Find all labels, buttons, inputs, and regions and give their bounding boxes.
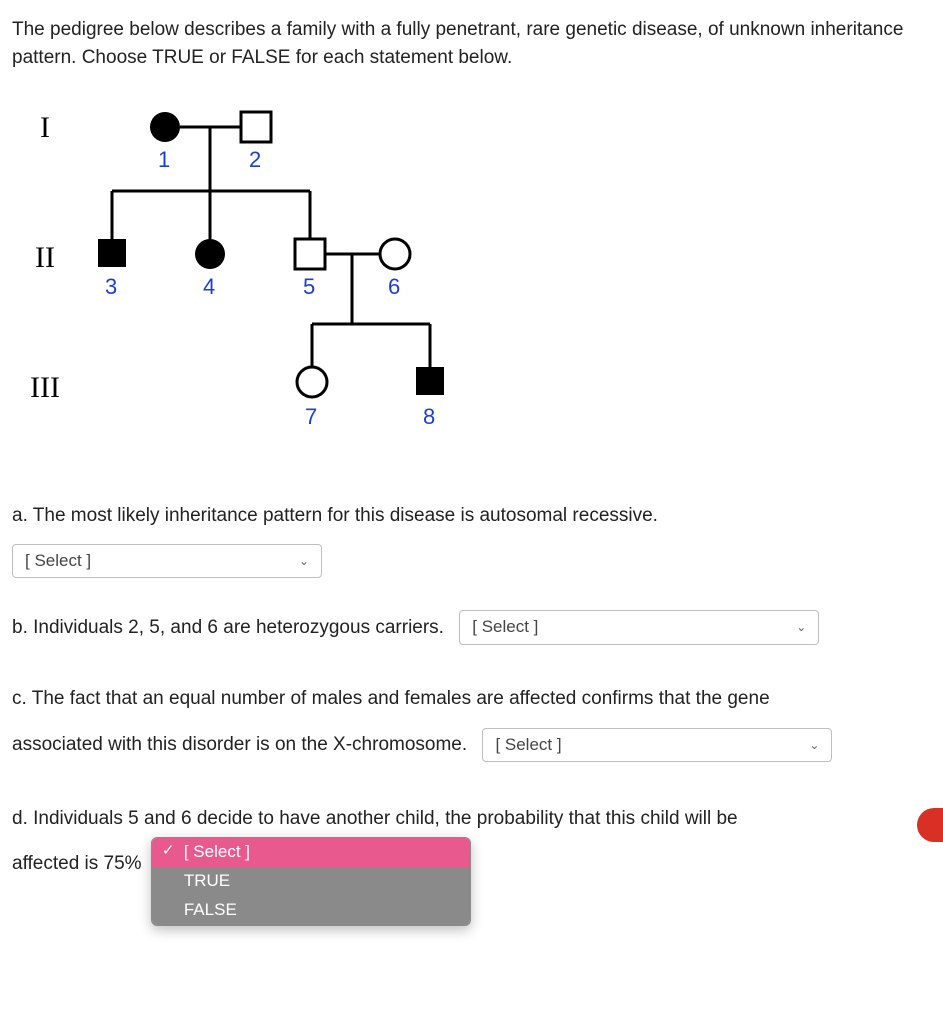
select-b-value: [ Select ] (472, 617, 538, 637)
select-c[interactable]: [ Select ] ⌄ (482, 728, 832, 762)
label-6: 6 (388, 274, 400, 299)
question-intro: The pedigree below describes a family wi… (12, 16, 931, 71)
gen-2-label: II (35, 241, 55, 274)
select-d-dropdown[interactable]: [ Select ] TRUE FALSE (151, 837, 471, 926)
select-c-value: [ Select ] (495, 735, 561, 755)
chevron-down-icon: ⌄ (796, 620, 806, 634)
question-b-text: b. Individuals 2, 5, and 6 are heterozyg… (12, 617, 444, 638)
label-5: 5 (303, 274, 315, 299)
pedigree-diagram: I II III 1 2 3 4 5 6 7 8 (30, 99, 931, 459)
option-placeholder[interactable]: [ Select ] (152, 838, 470, 867)
help-bubble[interactable] (917, 808, 943, 842)
label-1: 1 (158, 147, 170, 172)
question-d: d. Individuals 5 and 6 decide to have an… (12, 796, 931, 887)
select-a[interactable]: [ Select ] ⌄ (12, 544, 322, 578)
individual-4-affected-female (195, 239, 225, 269)
label-7: 7 (305, 404, 317, 429)
question-c-text-1: c. The fact that an equal number of male… (12, 688, 770, 709)
select-a-value: [ Select ] (25, 551, 91, 571)
option-true[interactable]: TRUE (152, 867, 470, 896)
question-c-text-2: associated with this disorder is on the … (12, 734, 467, 755)
individual-5-unaffected-male (295, 239, 325, 269)
question-a-text: a. The most likely inheritance pattern f… (12, 505, 658, 526)
chevron-down-icon: ⌄ (809, 738, 819, 752)
individual-2-unaffected-male (241, 112, 271, 142)
question-d-text-2: affected is 75% (12, 853, 142, 874)
label-3: 3 (105, 274, 117, 299)
gen-1-label: I (40, 111, 50, 144)
question-a: a. The most likely inheritance pattern f… (12, 495, 931, 579)
question-b: b. Individuals 2, 5, and 6 are heterozyg… (12, 607, 931, 649)
label-2: 2 (249, 147, 261, 172)
question-c: c. The fact that an equal number of male… (12, 676, 931, 767)
individual-1-affected-female (150, 112, 180, 142)
individual-3-affected-male (98, 239, 126, 267)
individual-6-unaffected-female (380, 239, 410, 269)
label-8: 8 (423, 404, 435, 429)
individual-8-affected-male (416, 367, 444, 395)
chevron-down-icon: ⌄ (299, 554, 309, 568)
select-b[interactable]: [ Select ] ⌄ (459, 610, 819, 644)
option-false[interactable]: FALSE (152, 896, 470, 925)
individual-7-unaffected-female (297, 367, 327, 397)
label-4: 4 (203, 274, 215, 299)
gen-3-label: III (30, 371, 60, 404)
question-d-text-1: d. Individuals 5 and 6 decide to have an… (12, 808, 738, 829)
